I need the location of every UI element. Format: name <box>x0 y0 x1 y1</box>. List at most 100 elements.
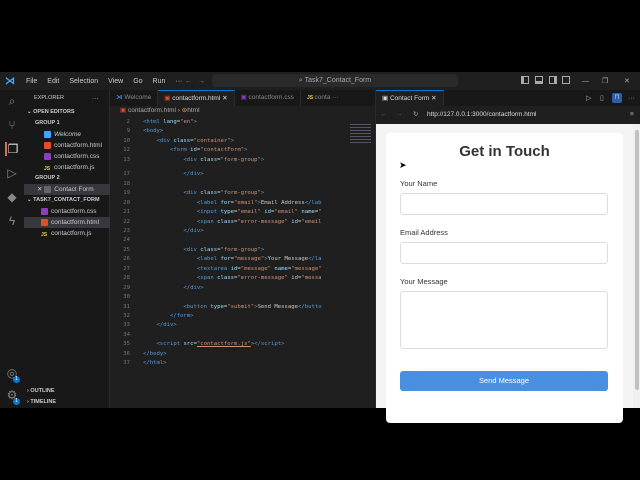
code-token: src <box>183 341 194 348</box>
minimap[interactable] <box>346 118 375 408</box>
source-control-icon[interactable]: ⑂ <box>5 118 19 132</box>
code-line[interactable]: 17 </div> <box>110 170 346 180</box>
email-input[interactable] <box>400 242 608 264</box>
menu-selection[interactable]: Selection <box>64 78 103 85</box>
code-line[interactable]: 37 </html> <box>110 359 346 369</box>
more-actions-icon[interactable]: ··· <box>92 93 102 104</box>
code-token: for <box>220 256 231 263</box>
url-input[interactable]: http://127.0.0.1:3000/contactform.html <box>427 106 536 124</box>
run-debug-icon[interactable]: ▷ <box>5 166 19 180</box>
name-input[interactable] <box>400 193 608 215</box>
code-token: <script <box>156 341 184 348</box>
code-token: name <box>274 265 288 272</box>
open-editors-section[interactable]: ⌄ OPEN EDITORS <box>24 107 110 118</box>
code-line[interactable]: 29 </div> <box>110 284 346 294</box>
line-number: 25 <box>123 246 130 253</box>
code-line[interactable]: 9 <body> <box>110 127 346 137</box>
message-textarea[interactable] <box>400 291 608 349</box>
code-line[interactable]: 33 </div> <box>110 321 346 331</box>
send-message-button[interactable]: Send Message <box>400 371 608 391</box>
open-editor-welcome[interactable]: Welcome <box>24 129 110 140</box>
menu-file[interactable]: File <box>21 78 42 85</box>
tab-contactform-html[interactable]: ▣ contactform.html ✕ <box>158 90 235 106</box>
split-editor-icon[interactable]: ▯ <box>600 94 604 102</box>
code-line[interactable]: 24 <box>110 236 346 246</box>
toggle-secondary-sidebar-icon[interactable] <box>549 76 557 84</box>
code-line[interactable]: 19 <div class="form-group"> <box>110 189 346 199</box>
code-line[interactable]: 10 <div class="container"> <box>110 137 346 147</box>
customize-layout-icon[interactable] <box>562 76 570 84</box>
close-tab-icon[interactable]: ✕ <box>429 95 436 102</box>
tab-contactform-js[interactable]: JS conta ··· <box>301 90 345 106</box>
more-actions-icon[interactable]: ··· <box>628 95 635 102</box>
open-editor-css[interactable]: contactform.css <box>24 151 110 162</box>
code-token: class <box>217 218 234 225</box>
timeline-section[interactable]: › TIMELINE <box>24 397 110 408</box>
menu-run[interactable]: Run <box>148 78 171 85</box>
run-icon[interactable]: ▷ <box>586 94 591 102</box>
open-editor-html[interactable]: contactform.html <box>24 140 110 151</box>
code-area[interactable]: 2 <html lang="en"> 9 <body> 10 <div class="c… <box>110 118 346 408</box>
forward-arrow-icon[interactable]: → <box>198 78 205 85</box>
code-line[interactable]: 13 <div class="form-group"> <box>110 155 346 166</box>
lightning-icon[interactable]: ϟ <box>5 214 19 228</box>
open-editor-contact-form[interactable]: ✕ Contact Form <box>24 184 110 195</box>
file-label: contactform.css <box>54 153 100 160</box>
python-icon[interactable]: ◆ <box>5 190 19 204</box>
back-icon[interactable]: ← <box>380 106 387 124</box>
code-line[interactable]: 21 <input type="email" id="email" name=" <box>110 208 346 218</box>
toggle-sidebar-icon[interactable] <box>521 76 529 84</box>
menu-go[interactable]: Go <box>128 78 147 85</box>
code-line[interactable]: 20 <label for="email">Email Address</lab <box>110 199 346 209</box>
page-scrollbar[interactable] <box>633 124 640 408</box>
code-line[interactable]: 22 <span class="error-message" id="email <box>110 218 346 228</box>
file-css[interactable]: contactform.css <box>24 206 110 217</box>
close-editor-icon[interactable]: ✕ <box>37 186 44 193</box>
minimize-icon[interactable]: — <box>582 78 589 85</box>
outline-label: OUTLINE <box>30 388 55 394</box>
file-js[interactable]: JS contactform.js <box>24 228 110 239</box>
code-line[interactable]: 35 <script src="contactform.js"></script… <box>110 340 346 350</box>
breadcrumb-file[interactable]: contactform.html <box>128 107 176 114</box>
menu-view[interactable]: View <box>103 78 128 85</box>
restore-icon[interactable]: ❐ <box>602 77 608 85</box>
close-icon[interactable]: ✕ <box>624 77 630 85</box>
code-line[interactable]: 2 <html lang="en"> <box>110 118 346 128</box>
menu-icon[interactable]: ≡ <box>630 106 634 124</box>
code-line[interactable]: 23 </div> <box>110 227 346 237</box>
code-line[interactable]: 12 <form id="contactForm"> <box>110 146 346 156</box>
code-line[interactable]: 26 <label for="message">Your Message</la <box>110 255 346 265</box>
forward-icon[interactable]: → <box>396 106 403 124</box>
search-icon[interactable]: ⌕ <box>5 94 19 108</box>
code-line[interactable]: 32 </form> <box>110 312 346 322</box>
folder-section[interactable]: ⌄ TASK7_CONTACT_FORM <box>24 195 110 206</box>
file-html[interactable]: contactform.html <box>24 217 110 228</box>
menu-edit[interactable]: Edit <box>42 78 64 85</box>
code-token: Email Address <box>260 199 305 206</box>
back-arrow-icon[interactable]: ← <box>185 78 192 85</box>
open-editor-js[interactable]: JS contactform.js <box>24 162 110 173</box>
outline-section[interactable]: › OUTLINE <box>24 386 110 397</box>
contact-form-card: Get in Touch Your Name Email Address You… <box>386 133 623 423</box>
command-center[interactable]: ⌕ Task7_Contact_Form <box>212 74 458 87</box>
tab-welcome[interactable]: ⋊ Welcome <box>110 90 159 106</box>
code-line[interactable]: 28 <span class="error-message" id="messa <box>110 274 346 284</box>
lock-icon[interactable]: ⊓ <box>612 93 622 103</box>
toggle-panel-icon[interactable] <box>535 76 543 84</box>
code-line[interactable]: 34 <box>110 331 346 341</box>
more-tabs-icon[interactable]: ··· <box>330 94 339 101</box>
code-line[interactable]: 31 <button type="submit">Send Message</b… <box>110 303 346 313</box>
code-line[interactable]: 18 <box>110 180 346 190</box>
close-tab-icon[interactable]: ✕ <box>220 95 227 102</box>
tab-contact-form[interactable]: ▣ Contact Form ✕ <box>376 90 444 106</box>
reload-icon[interactable]: ↻ <box>413 106 418 124</box>
breadcrumb-element[interactable]: html <box>187 107 199 114</box>
code-line[interactable]: 36 </body> <box>110 350 346 360</box>
explorer-icon[interactable]: ❐ <box>5 142 19 156</box>
tab-contactform-css[interactable]: ▣ contactform.css <box>235 90 302 106</box>
code-line[interactable]: 25 <div class="form-group"> <box>110 246 346 256</box>
code-line[interactable]: 27 <textarea id="message" name="message" <box>110 265 346 275</box>
code-line[interactable]: 30 <box>110 293 346 303</box>
code-token: type <box>210 303 224 310</box>
